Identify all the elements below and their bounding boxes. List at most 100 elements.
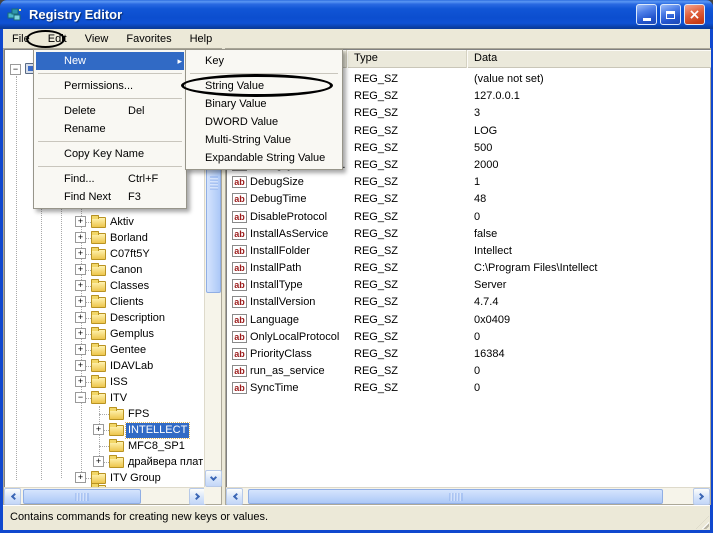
menu-item-copy-key-name[interactable]: Copy Key Name (36, 145, 184, 163)
tree-key-label[interactable]: ISS (108, 375, 130, 390)
tree-item-c07ft5y[interactable]: + C07ft5Y (5, 246, 205, 262)
tree-expand-plus-box[interactable]: + (75, 312, 86, 323)
tree-expand-plus-box[interactable]: + (75, 376, 86, 387)
tree-key-label[interactable]: IDAVLab (108, 359, 155, 374)
tree-key-label[interactable]: Clients (108, 295, 146, 310)
tree-item-clients[interactable]: + Clients (5, 294, 205, 310)
tree-item-classes[interactable]: + Classes (5, 278, 205, 294)
tree-expand-plus-box[interactable]: + (75, 280, 86, 291)
value-row-debugtime[interactable]: abDebugTimeREG_SZ48 (227, 191, 711, 208)
list-hscroll-thumb[interactable] (248, 489, 663, 504)
close-button[interactable]: × (684, 4, 705, 25)
value-name: InstallAsService (250, 228, 345, 240)
menu-help[interactable]: Help (181, 31, 222, 47)
tree-key-label[interactable]: MFC8_SP1 (126, 439, 187, 454)
column-header-data[interactable]: Data (467, 50, 711, 68)
tree-expand-plus-box[interactable]: + (93, 424, 104, 435)
resize-grip[interactable] (696, 516, 709, 529)
menu-item-find[interactable]: Find...Ctrl+F (36, 170, 184, 188)
menu-view[interactable]: View (76, 31, 118, 47)
value-type: REG_SZ (354, 365, 398, 377)
menu-favorites[interactable]: Favorites (117, 31, 180, 47)
tree-key-label[interactable]: C07ft5Y (108, 247, 152, 262)
menu-item-binary-value[interactable]: Binary Value (188, 95, 340, 113)
tree-item-canon[interactable]: + Canon (5, 262, 205, 278)
value-row-priorityclass[interactable]: abPriorityClassREG_SZ16384 (227, 346, 711, 363)
menu-item-multi-string-value[interactable]: Multi-String Value (188, 131, 340, 149)
tree-item-idavlab[interactable]: + IDAVLab (5, 358, 205, 374)
tree-item-intellect[interactable]: + INTELLECT (5, 422, 205, 438)
folder-icon (109, 425, 124, 436)
tree-key-label[interactable]: Borland (108, 231, 150, 246)
menu-item-dword-value[interactable]: DWORD Value (188, 113, 340, 131)
value-row-installfolder[interactable]: abInstallFolderREG_SZIntellect (227, 243, 711, 260)
menu-item-permissions[interactable]: Permissions... (36, 77, 184, 95)
tree-expand-plus-box[interactable]: + (75, 248, 86, 259)
menu-separator (38, 73, 182, 74)
scroll-left-button[interactable] (226, 488, 243, 505)
value-row-installasservice[interactable]: abInstallAsServiceREG_SZfalse (227, 226, 711, 243)
tree-key-label[interactable]: Gemplus (108, 327, 156, 342)
menu-item-key[interactable]: Key (188, 52, 340, 70)
menu-item-find-next[interactable]: Find NextF3 (36, 188, 184, 206)
value-row-installtype[interactable]: abInstallTypeREG_SZServer (227, 277, 711, 294)
menu-item-new[interactable]: New▸ (36, 52, 184, 70)
tree-hscroll-thumb[interactable] (23, 489, 141, 504)
tree-expand-plus-box[interactable]: + (75, 328, 86, 339)
tree-key-label[interactable]: драйвера плат (126, 455, 205, 470)
minimize-button[interactable] (636, 4, 657, 25)
tree-item-borland[interactable]: + Borland (5, 230, 205, 246)
menu-item-label: New (64, 55, 129, 67)
scroll-left-button[interactable] (4, 488, 21, 505)
tree-expand-plus-box[interactable]: + (75, 360, 86, 371)
tree-expand-plus-box[interactable]: + (93, 456, 104, 467)
tree-key-label[interactable]: FPS (126, 407, 151, 422)
tree-item-fps[interactable]: FPS (5, 406, 205, 422)
value-name: DebugSize (250, 176, 345, 188)
chevron-left-icon (10, 493, 17, 500)
tree-expand-plus-box[interactable]: + (75, 296, 86, 307)
tree-item-aktiv[interactable]: + Aktiv (5, 214, 205, 230)
tree-item-description[interactable]: + Description (5, 310, 205, 326)
tree-horizontal-scrollbar[interactable] (4, 487, 206, 504)
tree-item-gentee[interactable]: + Gentee (5, 342, 205, 358)
status-text: Contains commands for creating new keys … (10, 511, 268, 523)
tree-item-gemplus[interactable]: + Gemplus (5, 326, 205, 342)
tree-selected-key-label[interactable]: INTELLECT (126, 423, 189, 438)
column-header-type[interactable]: Type (347, 50, 467, 68)
value-row-run-as-service[interactable]: abrun_as_serviceREG_SZ0 (227, 363, 711, 380)
value-row-synctime[interactable]: abSyncTimeREG_SZ0 (227, 380, 711, 397)
value-row-language[interactable]: abLanguageREG_SZ0x0409 (227, 312, 711, 329)
menu-item-delete[interactable]: DeleteDel (36, 102, 184, 120)
tree-expand-plus-box[interactable]: + (75, 232, 86, 243)
value-data: LOG (474, 125, 497, 137)
tree-key-label[interactable]: Description (108, 311, 167, 326)
tree-key-label[interactable]: Canon (108, 263, 144, 278)
scroll-down-button[interactable] (205, 470, 222, 487)
tree-key-label[interactable]: Gentee (108, 343, 148, 358)
value-type: REG_SZ (354, 245, 398, 257)
value-row-debugsize[interactable]: abDebugSizeREG_SZ1 (227, 174, 711, 191)
tree-item-iss[interactable]: + ISS (5, 374, 205, 390)
value-row-installpath[interactable]: abInstallPathREG_SZC:\Program Files\Inte… (227, 260, 711, 277)
list-horizontal-scrollbar[interactable] (226, 487, 710, 504)
string-value-icon: ab (232, 245, 247, 257)
tree-key-label[interactable]: ITV (108, 391, 129, 406)
scroll-right-button[interactable] (693, 488, 710, 505)
value-row-onlylocalprotocol[interactable]: abOnlyLocalProtocolREG_SZ0 (227, 329, 711, 346)
tree-expand-plus-box[interactable]: + (75, 264, 86, 275)
value-row-installversion[interactable]: abInstallVersionREG_SZ4.7.4 (227, 294, 711, 311)
tree-key-label[interactable]: Classes (108, 279, 151, 294)
tree-root-expand-minus[interactable]: − (10, 64, 21, 75)
value-row-disableprotocol[interactable]: abDisableProtocolREG_SZ0 (227, 209, 711, 226)
tree-item-mfc8-sp1[interactable]: MFC8_SP1 (5, 438, 205, 454)
menu-item-expandable-string-value[interactable]: Expandable String Value (188, 149, 340, 167)
tree-item-itv[interactable]: − ITV (5, 390, 205, 406)
maximize-button[interactable] (660, 4, 681, 25)
tree-expand-plus-box[interactable]: + (75, 216, 86, 227)
tree-expand-minus-box[interactable]: − (75, 392, 86, 403)
tree-key-label[interactable]: Aktiv (108, 215, 136, 230)
tree-expand-plus-box[interactable]: + (75, 344, 86, 355)
tree-item-драйвера-плат[interactable]: + драйвера плат (5, 454, 205, 470)
menu-item-rename[interactable]: Rename (36, 120, 184, 138)
